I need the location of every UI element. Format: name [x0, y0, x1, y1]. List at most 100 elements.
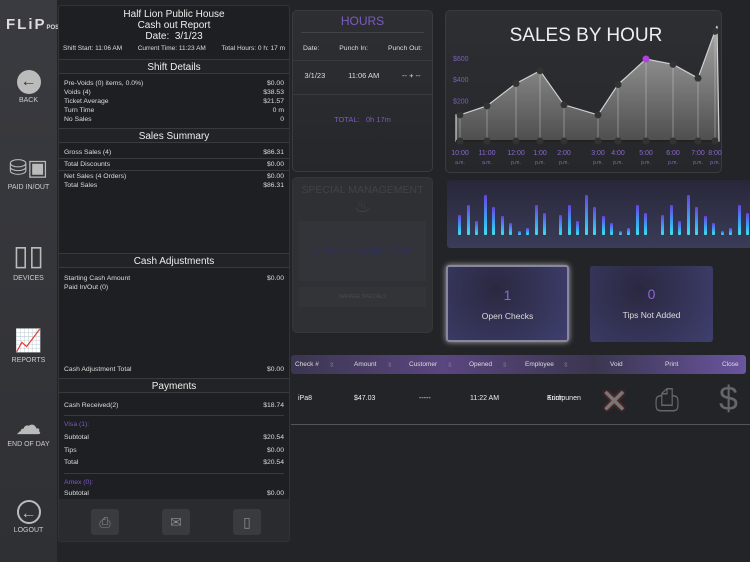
shift-meta: Shift Start: 11:06 AM Current Time: 11:23… [63, 45, 285, 52]
col-employee[interactable]: Employee [525, 361, 554, 368]
sort-icon[interactable]: ⇳ [387, 361, 392, 369]
check-opened: 11:22 AM [470, 395, 500, 402]
data-point [483, 102, 491, 110]
mini-bar [712, 223, 715, 235]
hours-title: HOURS [301, 14, 424, 33]
nav-paid-in-out[interactable]: ⛁▣ PAID IN/OUT [0, 155, 57, 191]
mini-bar [584, 195, 588, 235]
mini-bar [729, 227, 732, 235]
report-row: Turn Time 0 m [64, 107, 284, 114]
sort-icon[interactable]: ⇳ [447, 361, 452, 369]
axis-point [594, 137, 602, 145]
back-arrow-icon: ← [16, 70, 41, 94]
report-row: Pre-Voids (0) items, 0.0%) $0.00 [64, 80, 284, 87]
nav-reports[interactable]: 📈 REPORTS [0, 328, 57, 364]
x-tick-label: 2:00 [557, 150, 571, 157]
print-report-button[interactable]: ⎙ [91, 509, 119, 535]
data-point [512, 80, 520, 87]
col-opened[interactable]: Opened [469, 361, 492, 368]
mini-bar [576, 221, 579, 235]
x-tick-label: 4:00 [611, 150, 625, 157]
visa-rows: Subtotal $20.54 Tips $0.00 Total $20.54 [59, 432, 289, 470]
axis-point [512, 137, 520, 145]
x-tick-label: 5:00 [639, 150, 653, 157]
x-tick-suffix: p.m. [693, 160, 703, 166]
check-employee: Erich Kumpunen [547, 395, 581, 402]
mini-chart-2 [548, 180, 654, 248]
nav-logout[interactable]: ← LOGOUT [0, 500, 57, 534]
axis-point [536, 137, 544, 145]
hours-panel: HOURS Date: Punch In: Punch Out: 3/1/23 11:… [292, 10, 433, 172]
nav-label: BACK [18, 97, 39, 104]
col-print: Print [665, 361, 679, 368]
data-point [711, 27, 719, 35]
data-point [614, 81, 622, 89]
amex-rows: Subtotal $0.00 [59, 489, 289, 498]
tips-not-added-count: 0 [647, 286, 656, 302]
table-row[interactable]: iPa8 $47.03 ----- 11:22 AM Erich Kumpunen… [291, 376, 750, 425]
nav-back[interactable]: ← BACK [0, 70, 57, 104]
sort-icon[interactable]: ⇳ [563, 361, 568, 369]
mini-bar [483, 195, 487, 235]
x-tick-suffix: a.m. [455, 160, 465, 166]
tips-not-added-card[interactable]: 0 Tips Not Added [590, 266, 713, 342]
cash-out-report: Half Lion Public House Cash out Report D… [58, 5, 290, 542]
check-number: iPa8 [298, 395, 313, 402]
col-check[interactable]: Check # [295, 361, 319, 368]
text-report-button[interactable]: ▯ [233, 509, 261, 535]
shift-details-list: Pre-Voids (0) items, 0.0%) $0.00 Voids (4)… [59, 79, 289, 124]
mini-bar [737, 204, 741, 235]
open-checks-card[interactable]: 1 Open Checks [446, 265, 569, 342]
print-printer-icon[interactable]: ⎙ [655, 384, 679, 418]
x-tick-suffix: p.m. [710, 160, 720, 166]
payments-heading: Payments [59, 378, 289, 393]
nav-label: END OF DAY [7, 441, 50, 448]
report-date: Date: 3/1/23 [145, 31, 203, 42]
void-x-icon[interactable]: ✕ [600, 382, 629, 422]
report-row: Subtotal $20.54 [64, 434, 284, 441]
cash-received-row: Cash Received(2) $18.74 [64, 402, 284, 409]
hours-row: 3/1/23 11:06 AM -- + -- [293, 71, 432, 95]
mini-bar [695, 207, 698, 235]
axis-point [614, 137, 622, 145]
col-close: Close [722, 361, 739, 368]
data-point [642, 55, 650, 63]
report-row: Voids (4) $38.53 [64, 89, 284, 96]
nav-devices[interactable]: ▯▯ DEVICES [0, 240, 57, 282]
mini-bar [517, 231, 521, 235]
data-point [536, 67, 544, 75]
report-row: Gross Sales (4) $86.31 [59, 148, 289, 159]
check-amount: $47.03 [354, 395, 376, 402]
special-management-panel: SPECIAL MANAGEMENT ♨ Specials coming soo… [292, 177, 433, 333]
report-row: No Sales 0 [64, 116, 284, 123]
nav-label: PAID IN/OUT [7, 184, 50, 191]
mini-chart-3 [650, 180, 750, 248]
mini-bar [720, 231, 724, 235]
chart-title: SALES BY HOUR [510, 25, 663, 46]
nav-label: DEVICES [13, 275, 44, 282]
report-row: Subtotal $0.00 [64, 490, 284, 497]
x-tick-suffix: p.m. [593, 160, 603, 166]
email-report-button[interactable]: ✉ [162, 509, 190, 535]
axis-point [560, 137, 568, 145]
mini-bar [567, 205, 571, 235]
flip-pos-logo: FLiPPOS [6, 16, 60, 33]
x-tick-label: 3:00 [591, 150, 605, 157]
data-point [669, 60, 677, 68]
manage-specials-button[interactable]: MANAGE SPECIALS [299, 287, 426, 307]
presentation-chart-icon: 📈 [14, 328, 43, 353]
cash-adjustments-heading: Cash Adjustments [59, 253, 289, 268]
close-dollar-icon[interactable]: $ [719, 380, 738, 419]
sort-icon[interactable]: ⇳ [329, 361, 334, 369]
mini-bar [746, 213, 749, 235]
col-amount[interactable]: Amount [354, 361, 376, 368]
x-tick-label: 10:00 [451, 150, 469, 157]
mini-bar [610, 223, 613, 235]
col-customer[interactable]: Customer [409, 361, 437, 368]
axis-point [711, 137, 719, 145]
email-icon: ✉ [170, 514, 182, 530]
nav-end-of-day[interactable]: ☁ END OF DAY [0, 412, 57, 448]
sales-summary-heading: Sales Summary [59, 128, 289, 143]
sort-icon[interactable]: ⇳ [502, 361, 507, 369]
visa-label: Visa (1): [64, 421, 90, 428]
